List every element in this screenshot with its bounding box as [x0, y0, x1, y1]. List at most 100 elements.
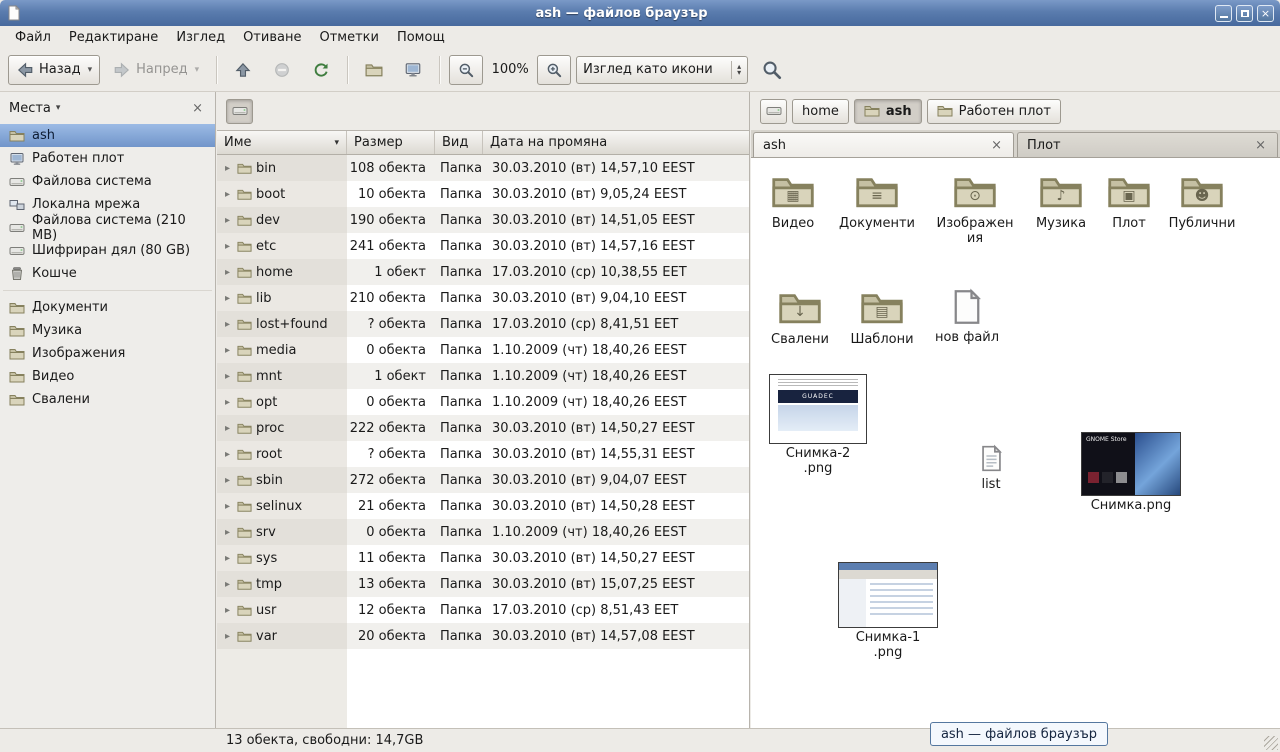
search-button[interactable] [753, 55, 791, 85]
expander-icon[interactable]: ▸ [222, 345, 233, 356]
menu-item[interactable]: Редактиране [60, 28, 167, 47]
expander-icon[interactable]: ▸ [222, 579, 233, 590]
icon-view[interactable]: ▦ Видео ≡ Документи ⊙ Изображения ♪ Музи… [751, 158, 1280, 728]
maximize-button[interactable] [1236, 5, 1253, 22]
expander-icon[interactable]: ▸ [222, 605, 233, 616]
expander-icon[interactable]: ▸ [222, 553, 233, 564]
table-row[interactable]: ▸ bin 108 обекта Папка 30.03.2010 (вт) 1… [217, 155, 749, 181]
folder-item[interactable]: ≡ Документи [835, 170, 919, 232]
table-row[interactable]: ▸ tmp 13 обекта Папка 30.03.2010 (вт) 15… [217, 571, 749, 597]
expander-icon[interactable]: ▸ [222, 163, 233, 174]
column-header-date[interactable]: Дата на промяна [483, 131, 749, 154]
sidebar-item[interactable]: Документи [0, 296, 215, 319]
folder-item[interactable]: ⊙ Изображения [933, 170, 1017, 247]
sidebar-item[interactable]: Файлова система (210 MB) [0, 216, 215, 239]
pathbar-home-button[interactable]: home [792, 99, 849, 124]
pathbar-root-button[interactable] [760, 99, 787, 124]
expander-icon[interactable]: ▸ [222, 371, 233, 382]
folder-item[interactable]: ▣ Плот [1087, 170, 1171, 232]
zoom-in-button[interactable] [537, 55, 571, 85]
file-item[interactable]: list [961, 442, 1021, 493]
menu-item[interactable]: Файл [6, 28, 60, 47]
expander-icon[interactable]: ▸ [222, 501, 233, 512]
menu-item[interactable]: Отметки [310, 28, 387, 47]
table-row[interactable]: ▸ var 20 обекта Папка 30.03.2010 (вт) 14… [217, 623, 749, 649]
table-row[interactable]: ▸ dev 190 обекта Папка 30.03.2010 (вт) 1… [217, 207, 749, 233]
expander-icon[interactable]: ▸ [222, 189, 233, 200]
view-mode-select[interactable]: Изглед като икони ▴▾ [576, 56, 748, 84]
table-row[interactable]: ▸ boot 10 обекта Папка 30.03.2010 (вт) 9… [217, 181, 749, 207]
folder-item[interactable]: ☻ Публични [1160, 170, 1244, 232]
file-item[interactable]: GUADEC Снимка-2.png [763, 374, 873, 477]
table-row[interactable]: ▸ sys 11 обекта Папка 30.03.2010 (вт) 14… [217, 545, 749, 571]
folder-item[interactable]: ↓ Свалени [758, 286, 842, 348]
sidebar-item[interactable]: Шифриран дял (80 GB) [0, 239, 215, 262]
expander-icon[interactable]: ▸ [222, 215, 233, 226]
close-button[interactable]: × [1257, 5, 1274, 22]
file-item[interactable]: GNOME Store Снимка.png [1077, 432, 1185, 514]
sidebar-item[interactable]: Видео [0, 365, 215, 388]
table-row[interactable]: ▸ selinux 21 обекта Папка 30.03.2010 (вт… [217, 493, 749, 519]
window-tooltip: ash — файлов браузър [930, 722, 1108, 746]
table-row[interactable]: ▸ root ? обекта Папка 30.03.2010 (вт) 14… [217, 441, 749, 467]
resize-grip[interactable] [1264, 736, 1278, 750]
file-item[interactable]: Снимка-1.png [833, 562, 943, 661]
expander-icon[interactable]: ▸ [222, 423, 233, 434]
expander-icon[interactable]: ▸ [222, 319, 233, 330]
sidebar-item[interactable]: Свалени [0, 388, 215, 411]
pathbar-root-button[interactable] [226, 99, 253, 124]
expander-icon[interactable]: ▸ [222, 241, 233, 252]
sidebar-item[interactable]: ash [0, 124, 215, 147]
up-button[interactable] [226, 55, 260, 85]
column-header-size[interactable]: Размер [347, 131, 435, 154]
sidebar-item[interactable]: Кошче [0, 262, 215, 285]
computer-button[interactable] [396, 55, 430, 85]
menu-item[interactable]: Изглед [167, 28, 234, 47]
tab-close-icon[interactable]: × [989, 138, 1004, 153]
sidebar-close-button[interactable]: × [189, 101, 206, 116]
expander-icon[interactable]: ▸ [222, 267, 233, 278]
table-row[interactable]: ▸ sbin 272 обекта Папка 30.03.2010 (вт) … [217, 467, 749, 493]
sidebar-item[interactable]: Файлова система [0, 170, 215, 193]
sidebar-item[interactable]: Изображения [0, 342, 215, 365]
table-row[interactable]: ▸ lost+found ? обекта Папка 17.03.2010 (… [217, 311, 749, 337]
reload-button[interactable] [304, 55, 338, 85]
table-row[interactable]: ▸ media 0 обекта Папка 1.10.2009 (чт) 18… [217, 337, 749, 363]
pathbar-ash-button[interactable]: ash [854, 99, 922, 124]
expander-icon[interactable]: ▸ [222, 293, 233, 304]
table-row[interactable]: ▸ mnt 1 обект Папка 1.10.2009 (чт) 18,40… [217, 363, 749, 389]
sidebar-title[interactable]: Места [9, 101, 51, 116]
table-row[interactable]: ▸ lib 210 обекта Папка 30.03.2010 (вт) 9… [217, 285, 749, 311]
tab-ash[interactable]: ash × [753, 132, 1014, 157]
table-row[interactable]: ▸ opt 0 обекта Папка 1.10.2009 (чт) 18,4… [217, 389, 749, 415]
expander-icon[interactable]: ▸ [222, 449, 233, 460]
home-button[interactable] [357, 55, 391, 85]
table-row[interactable]: ▸ usr 12 обекта Папка 17.03.2010 (ср) 8,… [217, 597, 749, 623]
back-button[interactable]: Назад ▾ [8, 55, 100, 85]
folder-item[interactable]: ▤ Шаблони [840, 286, 924, 348]
sidebar-item[interactable]: Работен плот [0, 147, 215, 170]
zoom-out-button[interactable] [449, 55, 483, 85]
expander-icon[interactable]: ▸ [222, 475, 233, 486]
expander-icon[interactable]: ▸ [222, 527, 233, 538]
expander-icon[interactable]: ▸ [222, 397, 233, 408]
menu-item[interactable]: Отиване [234, 28, 310, 47]
minimize-button[interactable] [1215, 5, 1232, 22]
expander-icon[interactable]: ▸ [222, 631, 233, 642]
table-row[interactable]: ▸ home 1 обект Папка 17.03.2010 (ср) 10,… [217, 259, 749, 285]
titlebar[interactable]: ash — файлов браузър × [0, 0, 1280, 26]
table-row[interactable]: ▸ srv 0 обекта Папка 1.10.2009 (чт) 18,4… [217, 519, 749, 545]
table-row[interactable]: ▸ etc 241 обекта Папка 30.03.2010 (вт) 1… [217, 233, 749, 259]
forward-button[interactable]: Напред ▾ [105, 55, 207, 85]
tab-close-icon[interactable]: × [1253, 138, 1268, 153]
stop-button[interactable] [265, 55, 299, 85]
column-header-name[interactable]: Име ▾ [217, 131, 347, 154]
sidebar-item[interactable]: Музика [0, 319, 215, 342]
column-header-type[interactable]: Вид [435, 131, 483, 154]
folder-item[interactable]: ▦ Видео [751, 170, 835, 232]
menu-item[interactable]: Помощ [388, 28, 454, 47]
table-row[interactable]: ▸ proc 222 обекта Папка 30.03.2010 (вт) … [217, 415, 749, 441]
tab-plot[interactable]: Плот × [1017, 132, 1278, 157]
pathbar-desktop-button[interactable]: Работен плот [927, 99, 1061, 124]
file-item[interactable]: нов файл [925, 286, 1009, 346]
